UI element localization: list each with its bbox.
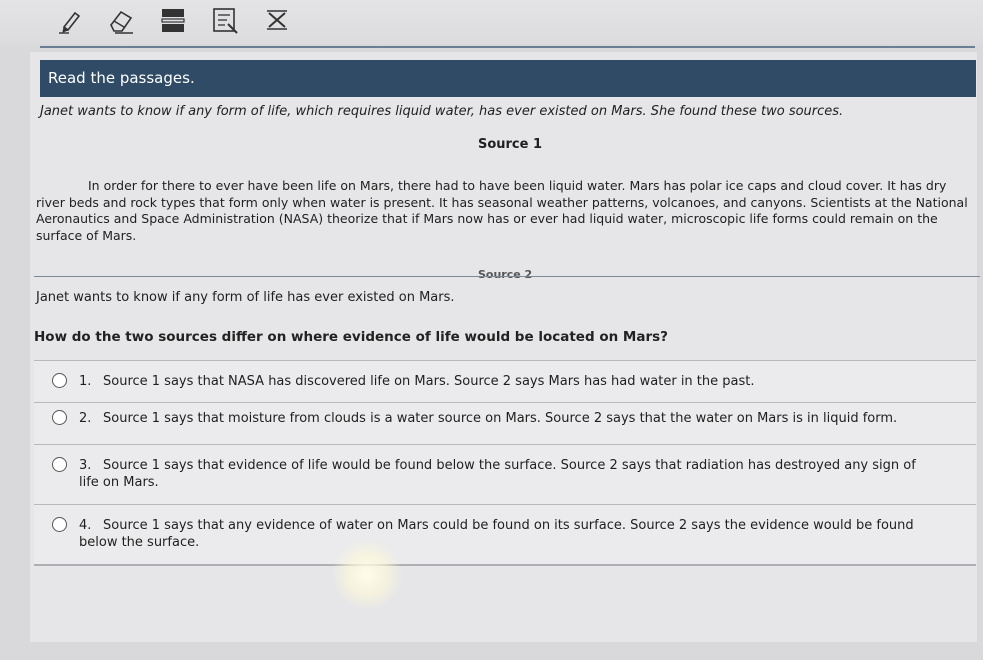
notepad-tool[interactable] <box>209 4 241 36</box>
answer-number: 1. <box>79 374 92 389</box>
answer-number: 4. <box>79 518 92 533</box>
answer-text: Source 1 says that evidence of life woul… <box>79 458 916 490</box>
answer-number: 2. <box>79 411 92 426</box>
screen-glare <box>332 540 402 610</box>
source-1-title: Source 1 <box>477 137 543 152</box>
answer-text: Source 1 says that NASA has discovered l… <box>103 374 755 389</box>
eraser-tool[interactable] <box>104 4 136 36</box>
line-reader-icon <box>161 9 185 32</box>
answer-eliminator-icon <box>267 10 287 30</box>
answer-text: Source 1 says that any evidence of water… <box>79 518 914 550</box>
notepad-icon <box>213 8 238 34</box>
answer-text: Source 1 says that moisture from clouds … <box>103 411 898 426</box>
passage-intro: Janet wants to know if any form of life,… <box>40 104 844 119</box>
radio-button[interactable] <box>52 517 67 532</box>
line-reader-tool[interactable] <box>157 4 189 36</box>
radio-button[interactable] <box>52 373 67 388</box>
radio-button[interactable] <box>52 410 67 425</box>
passage-divider[interactable] <box>34 276 980 277</box>
source-1-body: In order for there to ever have been lif… <box>36 178 968 243</box>
answer-option-4[interactable]: 4. Source 1 says that any evidence of wat… <box>34 504 976 566</box>
pencil-tool[interactable] <box>54 4 86 36</box>
answer-option-3[interactable]: 3. Source 1 says that evidence of life wo… <box>34 444 976 504</box>
radio-button[interactable] <box>52 457 67 472</box>
pencil-icon <box>59 11 81 34</box>
answer-option-1[interactable]: 1. Source 1 says that NASA has discovered… <box>34 360 976 402</box>
question-prompt: How do the two sources differ on where e… <box>34 329 668 345</box>
answer-eliminator-tool[interactable] <box>261 4 293 36</box>
toolbar <box>0 0 983 44</box>
passage-banner: Read the passages. <box>40 60 976 97</box>
answer-number: 3. <box>79 458 92 473</box>
answer-option-2[interactable]: 2. Source 1 says that moisture from cloud… <box>34 402 976 444</box>
question-context: Janet wants to know if any form of life … <box>36 290 455 305</box>
eraser-icon <box>110 10 133 34</box>
answer-list: 1. Source 1 says that NASA has discovered… <box>34 360 976 566</box>
toolbar-divider <box>40 46 975 48</box>
